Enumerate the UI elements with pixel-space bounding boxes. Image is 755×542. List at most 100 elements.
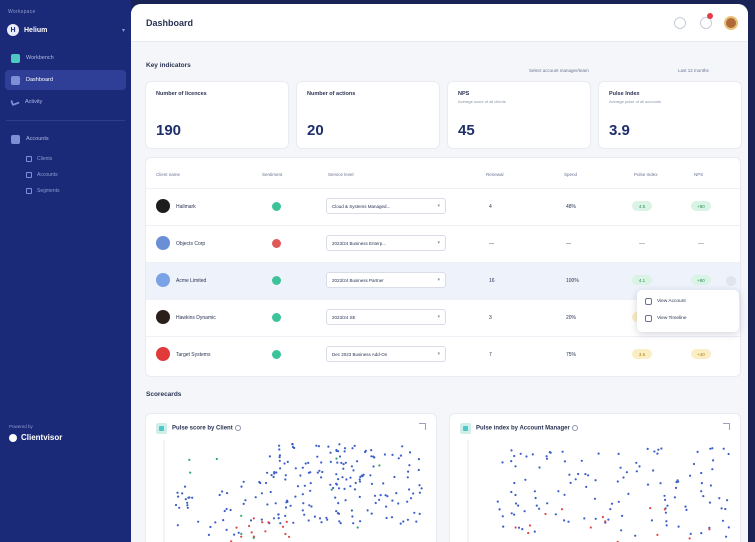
column-header[interactable]: NPS [694, 172, 703, 177]
sidebar-item-activity[interactable]: Activity [5, 92, 126, 112]
data-point [370, 512, 373, 515]
data-point [399, 454, 402, 457]
client-name[interactable]: Objects Corp [176, 241, 205, 247]
data-point [538, 507, 541, 510]
client-name[interactable]: Hallmark [176, 204, 196, 210]
data-point [656, 452, 659, 455]
data-point [316, 471, 319, 474]
menu-item-view-timeline[interactable]: View Timeline [645, 315, 687, 322]
data-point [187, 496, 190, 499]
info-icon[interactable] [571, 425, 578, 431]
service-level-select[interactable]: Dec 2023 Business Add-On ▾ [326, 346, 446, 362]
data-point [225, 528, 228, 531]
status-indicator [272, 239, 281, 248]
data-point [418, 491, 421, 494]
select-value: Dec 2023 Business Add-On [332, 351, 388, 357]
sidebar-subitem-segments[interactable]: Segments [26, 183, 131, 199]
sidebar-item-accounts[interactable]: Accounts [5, 129, 126, 149]
data-point [622, 476, 625, 479]
data-point [272, 517, 276, 520]
row-actions-button[interactable] [726, 276, 736, 286]
service-level-select[interactable]: 2023/24 SE ▾ [326, 309, 446, 325]
table-row[interactable]: Hallmark Cloud & Systems Managed... ▾ 4 48% 4… [146, 188, 740, 225]
data-point [635, 470, 638, 473]
account-manager-filter[interactable]: Select account manager/team [529, 68, 589, 73]
data-point [277, 517, 280, 520]
data-point [308, 504, 311, 507]
menu-item-view-account[interactable]: View Account [645, 298, 686, 305]
data-point [307, 461, 310, 464]
data-point [275, 471, 278, 474]
column-header[interactable]: Sentiment [262, 172, 282, 177]
data-point [301, 509, 304, 512]
data-point [510, 512, 513, 515]
data-point [344, 461, 347, 464]
table-row[interactable]: Objects Corp 2023/24 Business Enterp... ▾ —… [146, 225, 740, 262]
avatar[interactable] [724, 16, 738, 30]
data-point [391, 453, 394, 456]
service-level-select[interactable]: 2023/24 Business Enterp... ▾ [326, 235, 446, 251]
data-point [325, 516, 328, 519]
data-point [336, 461, 339, 464]
column-header[interactable]: Renewal [486, 172, 504, 177]
data-point [215, 457, 218, 461]
service-level-select[interactable]: Cloud & Systems Managed... ▾ [326, 198, 446, 214]
table-row[interactable]: Target Systems Dec 2023 Business Add-On ▾ 7… [146, 336, 740, 373]
data-point [533, 490, 536, 493]
data-point [406, 476, 409, 479]
kpi-card-licences: Number of licences 190 [146, 82, 288, 148]
column-header[interactable]: Client name [156, 172, 180, 177]
client-name[interactable]: Hawkins Dynamic [176, 315, 216, 321]
data-point [320, 521, 323, 524]
client-name[interactable]: Target Systems [176, 352, 210, 358]
data-point [226, 492, 229, 495]
sidebar-item-workbench[interactable]: Workbench [5, 48, 126, 68]
client-name[interactable]: Acme Limited [176, 278, 206, 284]
column-header[interactable]: Spend [564, 172, 577, 177]
data-point [510, 490, 513, 494]
date-range-filter[interactable]: Last 12 months [678, 68, 709, 73]
data-point [278, 444, 281, 447]
data-point [359, 520, 362, 523]
data-point [384, 494, 387, 497]
data-point [342, 467, 345, 470]
renewal-value: 7 [489, 352, 492, 358]
expand-icon[interactable] [723, 423, 730, 430]
data-point [724, 507, 727, 511]
workspace-logo-icon: H [7, 24, 19, 36]
data-point [343, 487, 346, 490]
data-point [722, 447, 725, 450]
expand-icon[interactable] [419, 423, 426, 430]
sidebar-item-dashboard[interactable]: Dashboard [5, 70, 126, 90]
data-point [700, 482, 703, 485]
notification-badge [707, 13, 713, 19]
data-point [338, 443, 341, 446]
data-point [601, 515, 604, 519]
data-point [510, 460, 513, 463]
sidebar: Workspace H Helium ▾ Workbench Dashboard… [0, 0, 131, 542]
workspace-switcher[interactable]: H Helium ▾ [7, 22, 125, 38]
column-header[interactable]: Pulse Index [634, 172, 658, 177]
help-icon[interactable] [674, 17, 686, 29]
data-point [373, 456, 376, 459]
sidebar-subitem-label: Accounts [37, 172, 58, 178]
data-point [303, 513, 306, 516]
sidebar-subitem-accounts[interactable]: Accounts [26, 167, 131, 183]
data-point [533, 530, 536, 533]
sidebar-subitem-clients[interactable]: Clients [26, 151, 131, 167]
key-indicators-title: Key indicators [146, 62, 191, 69]
data-point [711, 468, 714, 471]
info-icon[interactable] [234, 425, 241, 431]
data-point [272, 475, 275, 479]
data-point [332, 486, 335, 490]
service-level-select[interactable]: 2023/24 Business Partner ▾ [326, 272, 446, 288]
renewal-value: 4 [489, 204, 492, 210]
data-point [513, 513, 516, 516]
data-point [310, 505, 313, 508]
data-point [700, 490, 703, 493]
data-point [260, 518, 263, 521]
column-header[interactable]: Service level [328, 172, 354, 177]
data-point [700, 471, 703, 475]
data-point [727, 526, 730, 529]
data-point [250, 531, 253, 534]
